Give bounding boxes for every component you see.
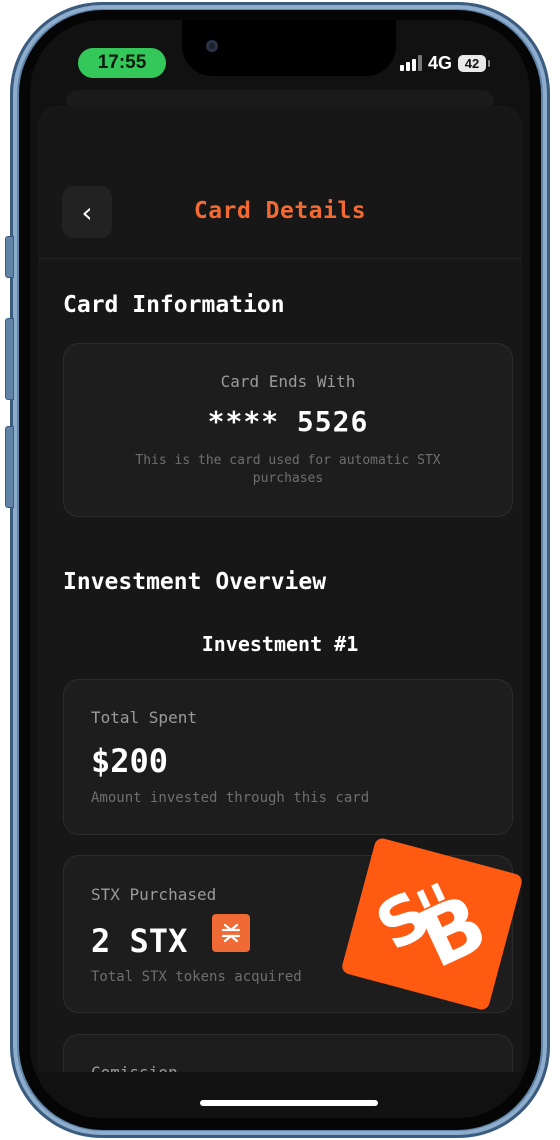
card-number: **** 5526 xyxy=(207,405,369,438)
card-ends-with-panel: Card Ends With **** 5526 This is the car… xyxy=(63,343,513,517)
status-indicators: 4G 42 xyxy=(400,48,491,78)
page-title: Card Details xyxy=(193,198,367,224)
home-indicator[interactable] xyxy=(200,1100,378,1106)
investment-subtitle: Investment #1 xyxy=(201,632,359,656)
volume-down-button xyxy=(5,426,14,508)
total-spent-card: Total Spent $200 Amount invested through… xyxy=(63,679,513,835)
battery-level: 42 xyxy=(464,55,480,71)
signal-icon xyxy=(400,55,422,71)
total-spent-description: Amount invested through this card xyxy=(91,790,370,806)
screen: 17:55 4G 42 ‹ Card Details Card Informat… xyxy=(30,20,530,1118)
stx-purchased-description: Total STX tokens acquired xyxy=(91,969,302,985)
card-ends-label: Card Ends With xyxy=(220,372,356,391)
total-spent-value: $200 xyxy=(91,742,169,780)
battery-icon: 42 xyxy=(458,54,491,72)
volume-up-button xyxy=(5,318,14,400)
mute-switch xyxy=(5,236,14,278)
card-information-heading: Card Information xyxy=(63,292,285,318)
total-spent-label: Total Spent xyxy=(91,708,197,727)
stx-token-icon xyxy=(212,914,250,952)
sb-bitcoin-logo-icon: S B xyxy=(377,876,487,979)
stx-purchased-value: 2 STX xyxy=(91,922,188,960)
header-divider xyxy=(38,258,522,259)
investment-overview-heading: Investment Overview xyxy=(63,569,327,595)
card-details-sheet: ‹ Card Details Card Information Card End… xyxy=(38,106,522,1118)
card-description: This is the card used for automatic STX … xyxy=(135,453,441,486)
svg-text:B: B xyxy=(406,876,487,979)
camera-icon xyxy=(206,40,218,52)
status-time: 17:55 xyxy=(78,48,166,78)
stx-asterisk-icon xyxy=(221,923,241,943)
stx-purchased-label: STX Purchased xyxy=(91,885,217,904)
bottom-safe-area xyxy=(30,1072,530,1118)
network-type: 4G xyxy=(428,52,453,73)
